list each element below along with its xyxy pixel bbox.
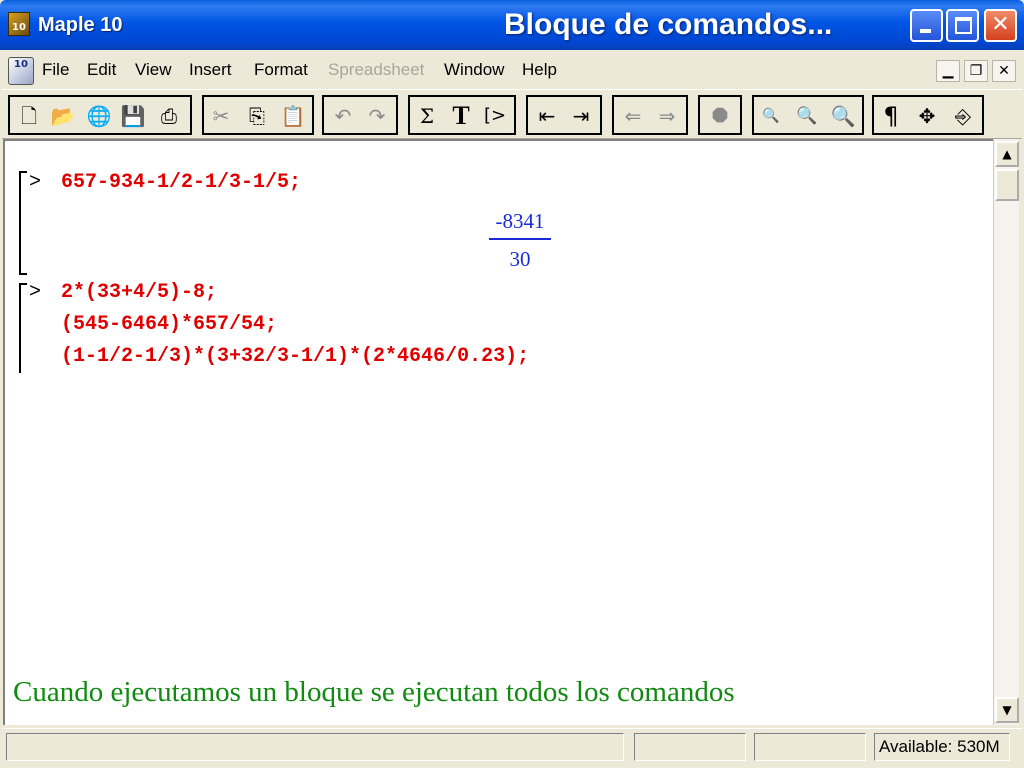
- title-bar[interactable]: 10 Maple 10 Bloque de comandos... ✕: [0, 0, 1024, 50]
- document-menu-icon[interactable]: 10: [8, 57, 34, 85]
- toolbar-group-zoom: 🔍 🔍 🔍: [752, 95, 864, 135]
- restart-icon[interactable]: ⎆: [948, 101, 978, 131]
- command-line[interactable]: 657-934-1/2-1/3-1/5;: [61, 171, 301, 194]
- close-icon: ✕: [991, 12, 1010, 37]
- print-icon[interactable]: ⎙: [154, 101, 184, 131]
- maximize-icon: [955, 17, 972, 34]
- menu-format[interactable]: Format: [254, 60, 308, 80]
- app-icon[interactable]: 10: [8, 12, 30, 36]
- toolbar-group-navigation: ⇐ ⇒: [612, 95, 688, 135]
- indent-icon[interactable]: ⇥: [566, 101, 596, 131]
- arrow-up-icon: ▲: [1002, 147, 1012, 161]
- stop-icon[interactable]: ⯃: [705, 101, 735, 131]
- outdent-icon[interactable]: ⇤: [532, 101, 562, 131]
- toolbar-group-stop: ⯃: [698, 95, 742, 135]
- toolbar-group-indent: ⇤ ⇥: [526, 95, 602, 135]
- menu-insert[interactable]: Insert: [189, 60, 232, 80]
- restore-icon: ❐: [969, 63, 983, 79]
- slide-title: Bloque de comandos...: [504, 8, 833, 41]
- minimize-button[interactable]: [910, 9, 943, 42]
- back-icon[interactable]: ⇐: [618, 101, 648, 131]
- close-button[interactable]: ✕: [984, 9, 1017, 42]
- arrow-down-icon: ▼: [1002, 703, 1012, 717]
- prompt: >: [29, 171, 42, 194]
- execution-group-bracket[interactable]: [19, 283, 27, 373]
- worksheet[interactable]: > 657-934-1/2-1/3-1/5; -8341 30 > 2*(33+…: [3, 139, 993, 725]
- paragraph-icon[interactable]: ¶: [876, 101, 906, 131]
- maximize-button[interactable]: [946, 9, 979, 42]
- save-icon[interactable]: 💾: [118, 101, 148, 131]
- zoom-150-icon[interactable]: 🔍: [792, 101, 822, 131]
- toolbar-group-clipboard: ✂ ⎘ 📋: [202, 95, 314, 135]
- menu-window[interactable]: Window: [444, 60, 504, 80]
- move-icon[interactable]: ✥: [912, 101, 942, 131]
- redo-icon[interactable]: ↷: [362, 101, 392, 131]
- new-icon[interactable]: 🗋: [14, 101, 44, 131]
- copy-icon[interactable]: ⎘: [242, 101, 272, 131]
- result-numerator: -8341: [495, 209, 545, 233]
- close-icon: ✕: [998, 63, 1010, 79]
- available-memory: Available: 530M: [874, 733, 1010, 761]
- undo-icon[interactable]: ↶: [328, 101, 358, 131]
- forward-icon[interactable]: ⇒: [652, 101, 682, 131]
- math-input-icon[interactable]: Σ: [412, 101, 442, 131]
- menu-view[interactable]: View: [135, 60, 172, 80]
- doc-close-button[interactable]: ✕: [992, 60, 1016, 82]
- doc-restore-button[interactable]: ❐: [964, 60, 988, 82]
- command-line[interactable]: (1-1/2-1/3)*(3+32/3-1/1)*(2*4646/0.23);: [61, 345, 529, 368]
- menu-bar: 10 File Edit View Insert Format Spreadsh…: [2, 52, 1022, 89]
- status-panel-bytes: [754, 733, 866, 761]
- app-title: Maple 10: [38, 14, 123, 36]
- vertical-scrollbar[interactable]: ▲ ▼: [993, 139, 1019, 725]
- status-panel-time: [634, 733, 746, 761]
- menu-help[interactable]: Help: [522, 60, 557, 80]
- status-panel-message: [6, 733, 624, 761]
- command-line[interactable]: 2*(33+4/5)-8;: [61, 281, 217, 304]
- menu-edit[interactable]: Edit: [87, 60, 116, 80]
- scroll-thumb[interactable]: [995, 169, 1019, 201]
- minimize-icon: ▁: [942, 63, 954, 79]
- toolbar-group-undo: ↶ ↷: [322, 95, 398, 135]
- menu-file[interactable]: File: [42, 60, 69, 80]
- toolbar-group-view: ¶ ✥ ⎆: [872, 95, 984, 135]
- open-icon[interactable]: 📂: [48, 101, 78, 131]
- paste-icon[interactable]: 📋: [278, 101, 308, 131]
- menu-spreadsheet: Spreadsheet: [328, 60, 425, 79]
- cut-icon[interactable]: ✂: [206, 101, 236, 131]
- toolbar-group-file: 🗋 📂 🌐 💾 ⎙: [8, 95, 192, 135]
- scroll-up-button[interactable]: ▲: [995, 141, 1019, 167]
- doc-minimize-button[interactable]: ▁: [936, 60, 960, 82]
- zoom-100-icon[interactable]: 🔍: [756, 101, 786, 131]
- slide-caption: Cuando ejecutamos un bloque se ejecutan …: [13, 676, 735, 708]
- zoom-200-icon[interactable]: 🔍: [828, 101, 858, 131]
- result-denominator: 30: [509, 247, 531, 271]
- toolbar-group-input: Σ T [>: [408, 95, 516, 135]
- command-line[interactable]: (545-6464)*657/54;: [61, 313, 277, 336]
- execution-group-bracket[interactable]: [19, 171, 27, 275]
- toolbar: 🗋 📂 🌐 💾 ⎙ ✂ ⎘ 📋 ↶ ↷ Σ T [> ⇤ ⇥ ⇐ ⇒ ⯃ 🔍 🔍…: [2, 89, 1022, 139]
- minimize-icon: [920, 29, 931, 33]
- open-url-icon[interactable]: 🌐: [84, 101, 114, 131]
- scroll-down-button[interactable]: ▼: [995, 697, 1019, 723]
- text-input-icon[interactable]: T: [446, 101, 476, 131]
- status-bar: Available: 530M: [2, 728, 1022, 766]
- execution-group-icon[interactable]: [>: [480, 101, 510, 131]
- fraction-bar: [489, 238, 551, 240]
- prompt: >: [29, 281, 42, 304]
